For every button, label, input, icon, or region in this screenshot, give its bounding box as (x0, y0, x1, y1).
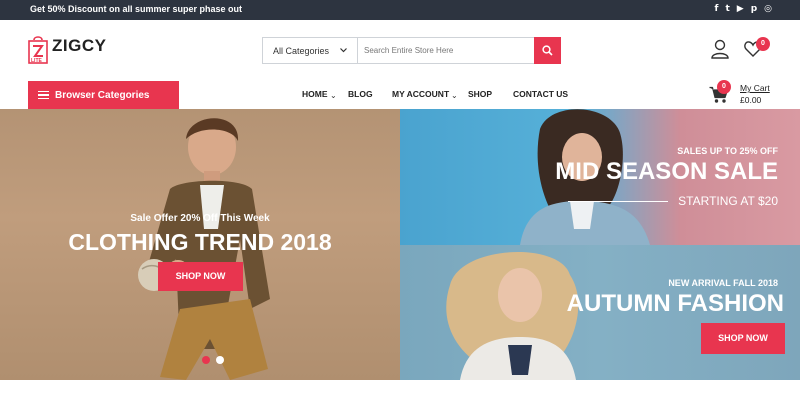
logo-tag: LITE (31, 58, 42, 64)
social-links: f t ▶ p ◎ (715, 3, 772, 16)
hero-banner-main: Sale Offer 20% Off This Week CLOTHING TR… (0, 109, 400, 380)
mid-season-title: MID SEASON SALE (555, 158, 778, 185)
hero-title: CLOTHING TREND 2018 (68, 229, 332, 255)
top-bar: Get 50% Discount on all summer super pha… (0, 0, 800, 20)
search-icon (542, 45, 553, 56)
user-account-icon[interactable] (711, 39, 729, 59)
carousel-dot-1[interactable] (202, 356, 210, 364)
nav-item-shop[interactable]: SHOP (468, 89, 492, 99)
autumn-shop-now-button[interactable]: SHOP NOW (701, 323, 785, 354)
nav-item-my-account[interactable]: MY ACCOUNT (392, 89, 449, 99)
pinterest-icon[interactable]: p (751, 3, 757, 16)
facebook-icon[interactable]: f (715, 3, 719, 16)
hero-shop-now-button[interactable]: SHOP NOW (158, 262, 243, 291)
promo-text: Get 50% Discount on all summer super pha… (30, 4, 243, 14)
search-button[interactable] (534, 37, 561, 64)
autumn-sub: NEW ARRIVAL FALL 2018 (668, 278, 778, 288)
instagram-icon[interactable]: ◎ (764, 3, 772, 16)
menu-icon (38, 90, 49, 100)
chevron-down-icon: ⌄ (330, 91, 337, 100)
mid-season-starting: STARTING AT $20 (678, 194, 778, 208)
browse-categories-button[interactable]: Browser Categories (28, 81, 179, 109)
carousel-dot-2[interactable] (216, 356, 224, 364)
nav-item-blog[interactable]: BLOG (348, 89, 373, 99)
site-logo[interactable]: ZIGCY LITE (28, 32, 118, 68)
chevron-down-icon (340, 48, 347, 53)
category-select-value: All Categories (273, 45, 330, 56)
chevron-down-icon: ⌄ (451, 91, 458, 100)
carousel-dots (202, 356, 224, 364)
nav-item-contact-us[interactable]: CONTACT US (513, 89, 568, 99)
youtube-icon[interactable]: ▶ (737, 3, 744, 16)
autumn-title: AUTUMN FASHION (566, 290, 784, 317)
divider-line (568, 201, 668, 202)
search-input[interactable] (358, 38, 534, 63)
cart-count-badge: 0 (717, 80, 731, 94)
wishlist-count-badge: 0 (756, 37, 770, 51)
search-bar: All Categories (262, 37, 561, 64)
twitter-icon[interactable]: t (725, 3, 729, 16)
nav-item-home[interactable]: HOME (302, 89, 328, 99)
mid-season-sub: SALES UP TO 25% OFF (677, 146, 778, 156)
banner-autumn-fashion: NEW ARRIVAL FALL 2018 AUTUMN FASHION SHO… (400, 245, 800, 380)
logo-name: ZIGCY (52, 36, 107, 55)
cart-total: £0.00 (740, 95, 762, 105)
hero-offer-text: Sale Offer 20% Off This Week (130, 213, 270, 224)
my-cart-link[interactable]: My Cart (740, 83, 770, 93)
category-select[interactable]: All Categories (263, 38, 358, 63)
banner-mid-season-sale: SALES UP TO 25% OFF MID SEASON SALE STAR… (400, 109, 800, 245)
browse-categories-label: Browser Categories (55, 89, 150, 101)
